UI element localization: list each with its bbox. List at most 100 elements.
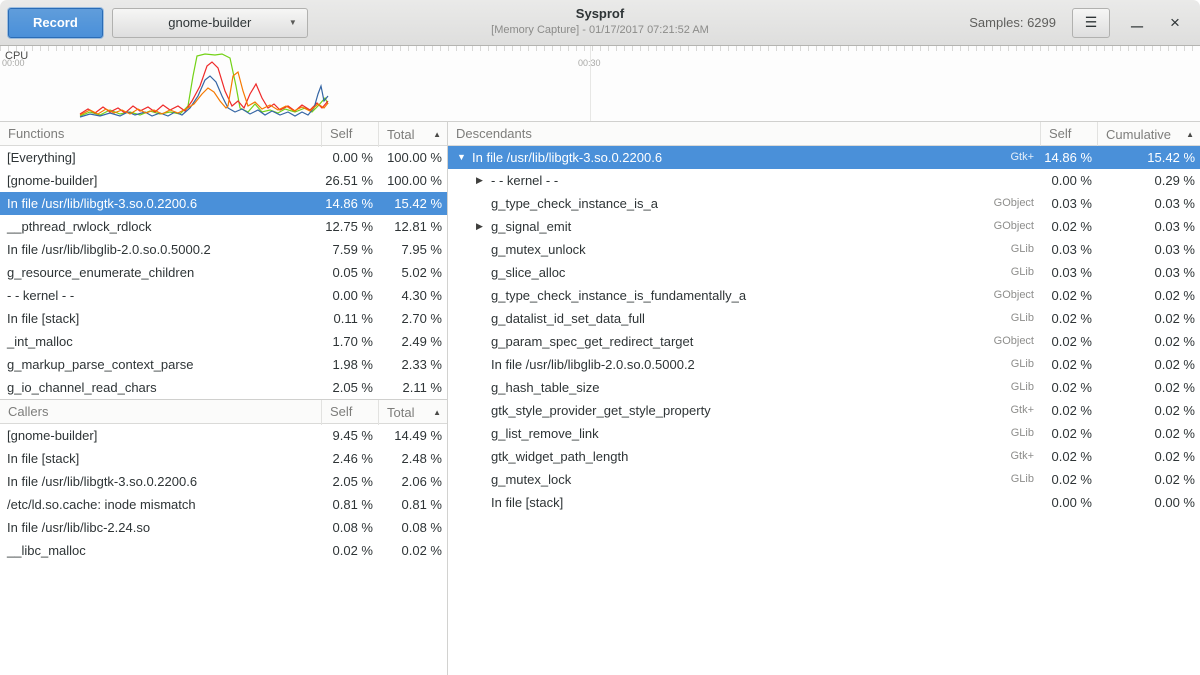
self-percent: 14.86 % xyxy=(1040,146,1097,169)
table-row[interactable]: g_type_check_instance_is_fundamentally_a… xyxy=(448,284,1200,307)
descendant-name: gtk_widget_path_length xyxy=(491,445,628,468)
table-row[interactable]: g_list_remove_link GLib 0.02 % 0.02 % xyxy=(448,422,1200,445)
descendant-name: In file /usr/lib/libglib-2.0.so.0.5000.2 xyxy=(491,353,695,376)
table-row[interactable]: In file /usr/lib/libglib-2.0.so.0.5000.2… xyxy=(448,353,1200,376)
self-percent: 0.08 % xyxy=(321,516,378,539)
expander-icon[interactable]: ▶ xyxy=(474,215,491,238)
total-percent: 2.49 % xyxy=(378,330,447,353)
table-row[interactable]: gtk_style_provider_get_style_property Gt… xyxy=(448,399,1200,422)
cpu-timeline[interactable]: CPU 00:00 00:30 xyxy=(0,46,1200,121)
total-percent: 0.02 % xyxy=(378,539,447,562)
table-row[interactable]: g_io_channel_read_chars 2.05 % 2.11 % xyxy=(0,376,447,399)
table-row[interactable]: g_type_check_instance_is_a GObject 0.03 … xyxy=(448,192,1200,215)
library-category: Gtk+ xyxy=(1010,399,1040,422)
caller-name: In file /usr/lib/libc-2.24.so xyxy=(7,516,150,539)
table-row[interactable]: __libc_malloc 0.02 % 0.02 % xyxy=(0,539,447,562)
sort-indicator-icon: ▲ xyxy=(433,401,441,425)
functions-pane: Functions Self Total ▲ [Everything] 0.00… xyxy=(0,121,448,675)
table-row[interactable]: In file /usr/lib/libc-2.24.so 0.08 % 0.0… xyxy=(0,516,447,539)
descendant-name: gtk_style_provider_get_style_property xyxy=(491,399,711,422)
table-row[interactable]: gtk_widget_path_length Gtk+ 0.02 % 0.02 … xyxy=(448,445,1200,468)
total-percent: 14.49 % xyxy=(378,424,447,447)
descendant-name: In file /usr/lib/libgtk-3.so.0.2200.6 xyxy=(472,146,662,169)
menu-button[interactable]: ☰ xyxy=(1072,8,1110,38)
table-row[interactable]: In file [stack] 2.46 % 2.48 % xyxy=(0,447,447,470)
caller-name: __libc_malloc xyxy=(7,539,86,562)
table-row[interactable]: In file /usr/lib/libgtk-3.so.0.2200.6 14… xyxy=(0,192,447,215)
expander-icon[interactable]: ▶ xyxy=(474,169,491,192)
total-percent: 0.81 % xyxy=(378,493,447,516)
table-row[interactable]: [gnome-builder] 26.51 % 100.00 % xyxy=(0,169,447,192)
record-button[interactable]: Record xyxy=(8,8,103,38)
table-row[interactable]: /etc/ld.so.cache: inode mismatch 0.81 % … xyxy=(0,493,447,516)
column-header-descendants[interactable]: Descendants xyxy=(448,122,1040,147)
total-percent: 2.11 % xyxy=(378,376,447,399)
table-row[interactable]: In file /usr/lib/libglib-2.0.so.0.5000.2… xyxy=(0,238,447,261)
column-header-functions[interactable]: Functions xyxy=(0,122,321,147)
table-row[interactable]: [gnome-builder] 9.45 % 14.49 % xyxy=(0,424,447,447)
table-row[interactable]: g_slice_alloc GLib 0.03 % 0.03 % xyxy=(448,261,1200,284)
table-row[interactable]: ▶ - - kernel - - 0.00 % 0.29 % xyxy=(448,169,1200,192)
callers-header-row: Callers Self Total ▲ xyxy=(0,399,447,424)
library-category: GLib xyxy=(1011,468,1040,491)
total-percent: 2.33 % xyxy=(378,353,447,376)
column-header-total[interactable]: Total ▲ xyxy=(378,122,447,147)
self-percent: 0.02 % xyxy=(1040,468,1097,491)
library-category: GObject xyxy=(994,192,1040,215)
table-row[interactable]: g_mutex_lock GLib 0.02 % 0.02 % xyxy=(448,468,1200,491)
self-percent: 0.00 % xyxy=(1040,169,1097,192)
table-row[interactable]: In file [stack] 0.00 % 0.00 % xyxy=(448,491,1200,514)
table-row[interactable]: ▶ g_signal_emit GObject 0.02 % 0.03 % xyxy=(448,215,1200,238)
total-percent: 2.70 % xyxy=(378,307,447,330)
table-row[interactable]: g_param_spec_get_redirect_target GObject… xyxy=(448,330,1200,353)
self-percent: 0.05 % xyxy=(321,261,378,284)
total-percent: 7.95 % xyxy=(378,238,447,261)
cumulative-percent: 0.03 % xyxy=(1097,192,1200,215)
table-row[interactable]: g_hash_table_size GLib 0.02 % 0.02 % xyxy=(448,376,1200,399)
total-percent: 0.08 % xyxy=(378,516,447,539)
function-name: g_resource_enumerate_children xyxy=(7,261,194,284)
total-percent: 100.00 % xyxy=(378,169,447,192)
table-row[interactable]: [Everything] 0.00 % 100.00 % xyxy=(0,146,447,169)
callers-list: [gnome-builder] 9.45 % 14.49 % In file [… xyxy=(0,424,447,562)
table-row[interactable]: __pthread_rwlock_rdlock 12.75 % 12.81 % xyxy=(0,215,447,238)
self-percent: 0.02 % xyxy=(1040,422,1097,445)
column-header-callers[interactable]: Callers xyxy=(0,400,321,425)
minimize-button[interactable]: ─ xyxy=(1126,16,1148,38)
column-header-total[interactable]: Total ▲ xyxy=(378,400,447,425)
functions-header-row: Functions Self Total ▲ xyxy=(0,121,447,146)
self-percent: 2.05 % xyxy=(321,376,378,399)
table-row[interactable]: - - kernel - - 0.00 % 4.30 % xyxy=(0,284,447,307)
table-row[interactable]: ▼ In file /usr/lib/libgtk-3.so.0.2200.6 … xyxy=(448,146,1200,169)
table-row[interactable]: g_markup_parse_context_parse 1.98 % 2.33… xyxy=(0,353,447,376)
self-percent: 0.03 % xyxy=(1040,238,1097,261)
table-row[interactable]: In file /usr/lib/libgtk-3.so.0.2200.6 2.… xyxy=(0,470,447,493)
library-category: GObject xyxy=(994,284,1040,307)
column-header-self[interactable]: Self xyxy=(321,400,378,425)
table-row[interactable]: _int_malloc 1.70 % 2.49 % xyxy=(0,330,447,353)
total-percent: 5.02 % xyxy=(378,261,447,284)
total-percent: 2.48 % xyxy=(378,447,447,470)
self-percent: 12.75 % xyxy=(321,215,378,238)
descendant-name: g_mutex_lock xyxy=(491,468,571,491)
table-row[interactable]: In file [stack] 0.11 % 2.70 % xyxy=(0,307,447,330)
sort-indicator-icon: ▲ xyxy=(1186,123,1194,147)
table-row[interactable]: g_mutex_unlock GLib 0.03 % 0.03 % xyxy=(448,238,1200,261)
table-row[interactable]: g_datalist_id_set_data_full GLib 0.02 % … xyxy=(448,307,1200,330)
function-name: In file [stack] xyxy=(7,307,79,330)
self-percent: 0.81 % xyxy=(321,493,378,516)
library-category: GLib xyxy=(1011,307,1040,330)
column-header-self[interactable]: Self xyxy=(321,122,378,147)
column-header-total-label: Total xyxy=(387,123,414,147)
self-percent: 0.02 % xyxy=(321,539,378,562)
cumulative-percent: 15.42 % xyxy=(1097,146,1200,169)
table-row[interactable]: g_resource_enumerate_children 0.05 % 5.0… xyxy=(0,261,447,284)
descendants-pane: Descendants Self Cumulative ▲ ▼ In file … xyxy=(448,121,1200,675)
process-selector-dropdown[interactable]: gnome-builder ▼ xyxy=(112,8,308,38)
column-header-self[interactable]: Self xyxy=(1040,122,1097,147)
expander-icon[interactable]: ▼ xyxy=(455,146,472,169)
library-category: GLib xyxy=(1011,238,1040,261)
function-name: - - kernel - - xyxy=(7,284,74,307)
column-header-cumulative[interactable]: Cumulative ▲ xyxy=(1097,122,1200,147)
close-button[interactable]: × xyxy=(1164,12,1186,34)
